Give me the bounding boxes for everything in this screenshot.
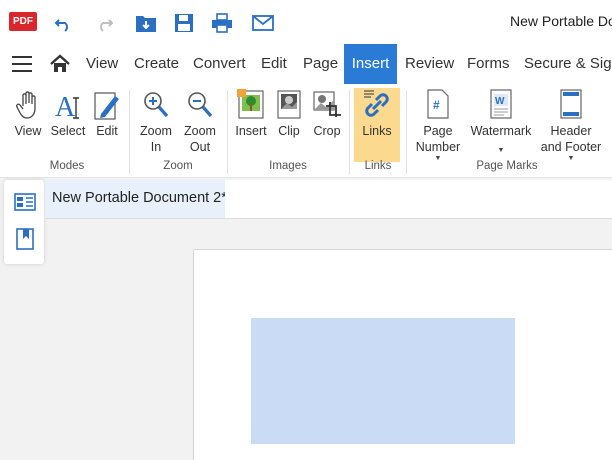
page-number-label-1: Page (423, 124, 453, 138)
select-mode-label: Select (50, 124, 86, 138)
menu-bar: View Create Convert Edit Page Insert Rev… (0, 44, 612, 84)
document-tab[interactable]: New Portable Document 2* (45, 180, 227, 218)
clip-image-label: Clip (278, 124, 300, 138)
crop-image-label: Crop (313, 124, 341, 138)
links-button[interactable]: Links (354, 88, 400, 162)
tab-convert[interactable]: Convert (193, 44, 246, 84)
print-button[interactable] (208, 9, 236, 37)
side-panel (4, 180, 44, 264)
edit-mode-button[interactable]: Edit (88, 88, 126, 162)
page-number-icon: # (427, 89, 449, 119)
home-icon (50, 54, 70, 72)
crop-image-icon (313, 91, 341, 117)
insert-image-button[interactable]: Insert (232, 88, 270, 162)
print-icon (212, 13, 232, 33)
redo-icon (100, 19, 113, 32)
svg-text:A: A (55, 92, 76, 120)
header-footer-button[interactable]: Header and Footer ▼ (538, 88, 604, 162)
thumbnails-icon (14, 193, 36, 211)
dropdown-caret-icon: ▼ (497, 147, 505, 154)
zoom-out-icon (188, 92, 213, 118)
svg-text:#: # (433, 98, 440, 112)
email-button[interactable] (249, 9, 277, 37)
ribbon: View A Select Edit Modes Zoom In Zoom Ou… (0, 84, 612, 178)
selection-area[interactable] (251, 318, 515, 444)
tab-strip (225, 180, 612, 218)
save-button[interactable] (170, 9, 198, 37)
thumbnails-panel-button[interactable] (14, 192, 36, 214)
edit-mode-label: Edit (96, 124, 118, 138)
header-footer-icon (560, 89, 582, 119)
watermark-icon: W (490, 89, 512, 119)
link-icon (364, 90, 389, 117)
text-select-icon: A (55, 92, 79, 120)
hand-icon (16, 91, 36, 119)
watermark-button[interactable]: W Watermark ▼ (468, 88, 534, 162)
select-mode-button[interactable]: A Select (50, 88, 86, 162)
app-logo: PDF (9, 12, 37, 31)
tab-edit[interactable]: Edit (261, 44, 287, 84)
links-label: Links (362, 124, 392, 138)
group-label-images: Images (269, 160, 307, 172)
group-label-links: Links (364, 160, 392, 172)
save-icon (175, 14, 193, 32)
title-bar: PDF New Portable Docu (0, 0, 612, 44)
tab-view[interactable]: View (86, 44, 118, 84)
insert-image-icon (237, 89, 264, 119)
home-button[interactable] (50, 54, 70, 74)
tab-divider (45, 218, 612, 219)
tab-page[interactable]: Page (303, 44, 338, 84)
crop-image-button[interactable]: Crop (308, 88, 346, 162)
zoom-out-label-1: Zoom (184, 124, 216, 138)
zoom-in-label-1: Zoom (140, 124, 172, 138)
clip-image-icon (277, 90, 301, 119)
edit-pencil-icon (94, 92, 119, 120)
svg-text:W: W (495, 96, 505, 107)
group-label-page-marks: Page Marks (476, 160, 538, 172)
tab-forms[interactable]: Forms (467, 44, 510, 84)
window-title: New Portable Docu (510, 13, 612, 29)
clip-image-button[interactable]: Clip (272, 88, 306, 162)
page-number-label-2: Number (415, 140, 461, 154)
bookmarks-panel-button[interactable] (14, 228, 36, 250)
undo-button[interactable] (50, 9, 78, 37)
tab-create[interactable]: Create (134, 44, 179, 84)
email-icon (252, 15, 274, 31)
tab-secure-sign[interactable]: Secure & Sign (524, 44, 612, 84)
header-footer-label-1: Header (550, 124, 592, 138)
open-folder-icon (136, 16, 156, 32)
watermark-label: Watermark (470, 124, 532, 138)
hamburger-menu-icon[interactable] (12, 56, 32, 72)
header-footer-label-2: and Footer (540, 140, 602, 154)
open-button[interactable] (132, 9, 160, 37)
group-label-modes: Modes (49, 160, 85, 172)
insert-image-label: Insert (235, 124, 267, 138)
undo-icon (55, 19, 68, 32)
zoom-out-label-2: Out (189, 140, 211, 154)
redo-button[interactable] (90, 9, 118, 37)
bookmark-icon (16, 228, 34, 250)
view-mode-label: View (14, 124, 42, 138)
page-number-button[interactable]: # Page Number ▼ (412, 88, 464, 162)
tab-review[interactable]: Review (405, 44, 454, 84)
view-mode-button[interactable]: View (8, 88, 48, 162)
zoom-out-button[interactable]: Zoom Out (180, 88, 220, 162)
zoom-in-button[interactable]: Zoom In (136, 88, 176, 162)
zoom-in-icon (144, 92, 169, 118)
zoom-in-label-2: In (150, 140, 162, 154)
group-label-zoom: Zoom (163, 160, 193, 172)
tab-insert[interactable]: Insert (344, 44, 397, 84)
